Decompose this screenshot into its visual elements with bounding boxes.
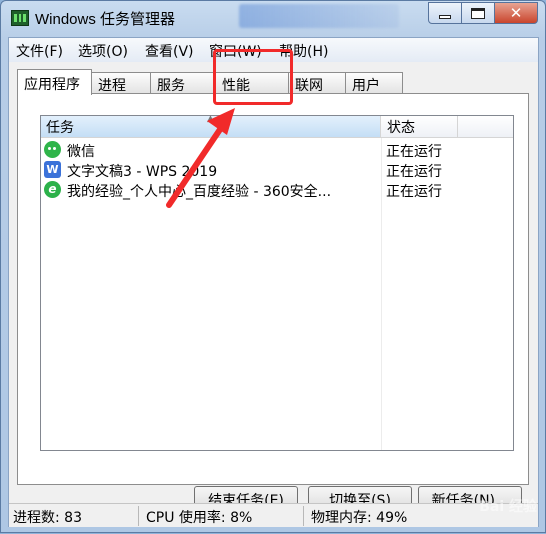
watermark: Bai 经验 (479, 499, 537, 515)
task-manager-window: Windows 任务管理器 ✕ 文件(F) 选项(O) 查看(V) 窗口(W) … (0, 0, 546, 533)
annotation-arrow (166, 108, 235, 208)
arrow-shaft (166, 122, 226, 208)
